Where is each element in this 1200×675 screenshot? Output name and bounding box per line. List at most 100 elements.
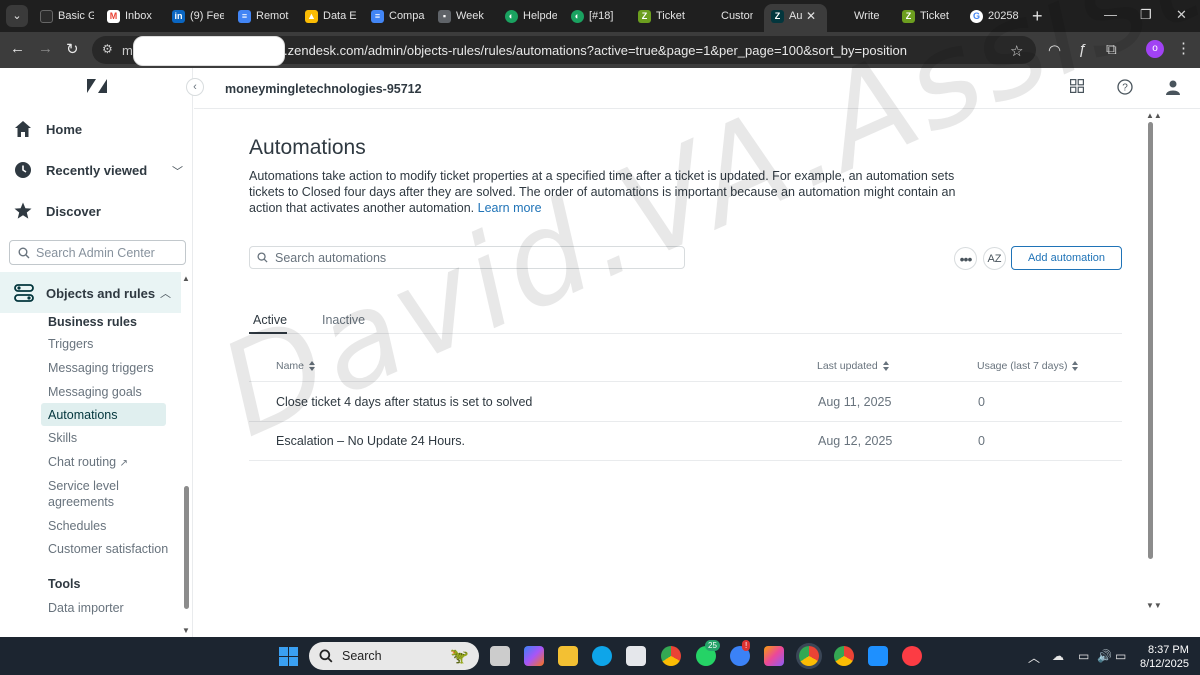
browser-menu-icon[interactable]: ⋮ (1176, 39, 1191, 57)
table-divider (249, 460, 1122, 461)
search-automations-input[interactable]: Search automations (249, 246, 685, 269)
learn-more-link[interactable]: Learn more (478, 201, 542, 215)
formula-extension-icon[interactable]: ƒ (1078, 41, 1086, 58)
nav-home[interactable]: Home (14, 120, 82, 138)
sidebar-item-service-level-agreements[interactable]: Service level agreements (48, 478, 168, 510)
sidebar-item-messaging-triggers[interactable]: Messaging triggers (48, 360, 154, 376)
taskbar-clock[interactable]: 8:37 PM 8/12/2025 (1140, 643, 1189, 671)
products-grid-icon[interactable] (1070, 79, 1084, 93)
automation-name[interactable]: Close ticket 4 days after status is set … (276, 395, 532, 409)
display-icon[interactable]: ▭ (1078, 649, 1089, 663)
clock-date: 8/12/2025 (1140, 658, 1189, 670)
extension-icon[interactable]: ◠ (1048, 41, 1061, 59)
windows-start-icon[interactable] (279, 647, 298, 666)
file-explorer-icon[interactable] (558, 646, 578, 666)
help-icon[interactable]: ? (1117, 79, 1133, 95)
volume-icon[interactable]: 🔊 (1097, 649, 1112, 663)
browser-tab[interactable]: Basic G (36, 4, 94, 28)
tools-heading: Tools (48, 577, 81, 591)
browser-tab[interactable]: M Inbox (103, 4, 159, 28)
browser-tab[interactable]: ◐ [#18] (567, 4, 623, 28)
browser-tab[interactable]: ▲ Data E (301, 4, 357, 28)
sidebar-item-skills[interactable]: Skills (48, 430, 77, 446)
browser-tab[interactable]: ≡ Remot (234, 4, 290, 28)
sidebar-item-messaging-goals[interactable]: Messaging goals (48, 384, 142, 400)
photos-icon[interactable] (868, 646, 888, 666)
description-text: Automations take action to modify ticket… (249, 169, 956, 215)
browser-tab[interactable]: Write (850, 4, 890, 28)
sidebar-item-schedules[interactable]: Schedules (48, 518, 106, 534)
clock-icon (15, 162, 31, 178)
zendesk-logo[interactable] (86, 78, 108, 94)
sort-button[interactable]: AZ (983, 247, 1006, 270)
scroll-up-arrow[interactable]: ▲ (182, 274, 190, 283)
user-icon[interactable] (1165, 79, 1181, 95)
extensions-puzzle-icon[interactable]: ⧉ (1106, 41, 1117, 58)
back-icon[interactable]: ← (10, 40, 25, 57)
nav-recently-viewed[interactable]: Recently viewed (14, 161, 147, 179)
site-info-icon[interactable]: ⚙ (102, 42, 113, 56)
new-tab-icon[interactable]: + (1032, 6, 1043, 27)
reload-icon[interactable]: ↻ (66, 40, 79, 58)
chrome-icon[interactable] (661, 646, 681, 666)
tab-search-dropdown[interactable]: ⌄ (6, 5, 28, 27)
profile-avatar[interactable]: o (1146, 40, 1164, 58)
instagram-icon[interactable] (764, 646, 784, 666)
more-options-button[interactable]: ••• (954, 247, 977, 270)
main-scrollbar-thumb[interactable] (1148, 122, 1153, 559)
sidebar-scrollbar-thumb[interactable] (184, 486, 189, 609)
onedrive-icon[interactable]: ☁ (1052, 649, 1064, 663)
column-header-name[interactable]: Name (276, 360, 316, 372)
music-icon[interactable] (902, 646, 922, 666)
nav-objects-and-rules[interactable]: Objects and rules ︿ (0, 272, 181, 313)
column-header-last-updated[interactable]: Last updated (817, 360, 890, 372)
show-hidden-icons[interactable]: ︿ (1028, 649, 1040, 666)
tab-label: Data E (323, 10, 357, 22)
browser-tab[interactable]: ◐ Helpde (501, 4, 557, 28)
chrome-alt-icon[interactable] (834, 646, 854, 666)
browser-tab[interactable]: Custon (717, 4, 753, 28)
browser-tab[interactable]: Z Ticket (898, 4, 954, 28)
close-tab-icon[interactable]: ✕ (806, 9, 816, 23)
column-header-usage[interactable]: Usage (last 7 days) (977, 360, 1079, 372)
nav-discover[interactable]: Discover (14, 202, 101, 220)
tab-inactive[interactable]: Inactive (322, 313, 365, 327)
business-rules-heading: Business rules (48, 315, 137, 329)
add-automation-button[interactable]: Add automation (1011, 246, 1122, 270)
task-view-icon[interactable] (490, 646, 510, 666)
collapse-sidebar-button[interactable]: ‹ (186, 78, 204, 96)
edge-icon[interactable] (592, 646, 612, 666)
sidebar-item-data-importer[interactable]: Data importer (48, 600, 124, 616)
automation-name[interactable]: Escalation – No Update 24 Hours. (276, 434, 465, 448)
minimize-icon[interactable]: — (1104, 7, 1117, 22)
browser-tab[interactable]: G 20258 (966, 4, 1024, 28)
chevron-up-icon[interactable]: ︿ (160, 285, 171, 301)
copilot-icon[interactable] (524, 646, 544, 666)
close-window-icon[interactable]: ✕ (1176, 7, 1187, 23)
freshdesk-icon: ◐ (505, 9, 518, 23)
svg-text:?: ? (1122, 83, 1128, 94)
browser-tab[interactable]: Z Ticket (634, 4, 690, 28)
sidebar-item-automations[interactable]: Automations (48, 407, 117, 423)
store-icon[interactable] (626, 646, 646, 666)
restore-icon[interactable]: ❐ (1140, 7, 1152, 23)
browser-tab-active[interactable]: Z Au (767, 4, 803, 28)
sidebar-item-customer-satisfaction[interactable]: Customer satisfaction (48, 541, 168, 557)
scroll-down-arrow[interactable]: ▼ (182, 626, 190, 635)
scroll-down-arrow[interactable]: ▼▼ (1146, 601, 1162, 610)
taskbar-search[interactable]: Search 🦖 (309, 642, 479, 670)
scroll-up-arrow[interactable]: ▲▲ (1146, 111, 1162, 120)
chrome-profile-icon[interactable] (799, 646, 819, 666)
browser-tab[interactable]: ≡ Compa (367, 4, 425, 28)
chevron-down-icon[interactable]: ﹀ (172, 163, 183, 179)
sidebar-item-chat-routing[interactable]: Chat routing ↗ (48, 454, 128, 472)
bookmark-star-icon[interactable]: ☆ (1010, 42, 1023, 60)
admin-center-search-input[interactable]: Search Admin Center (9, 240, 186, 265)
zendesk-icon: Z (902, 9, 915, 23)
browser-tab[interactable]: in (9) Fee (168, 4, 224, 28)
sidebar-item-triggers[interactable]: Triggers (48, 336, 93, 352)
battery-icon[interactable]: ▭ (1115, 649, 1126, 663)
forward-icon[interactable]: → (38, 40, 53, 57)
tab-active[interactable]: Active (253, 313, 287, 327)
browser-tab[interactable]: ▪ Week (434, 4, 492, 28)
